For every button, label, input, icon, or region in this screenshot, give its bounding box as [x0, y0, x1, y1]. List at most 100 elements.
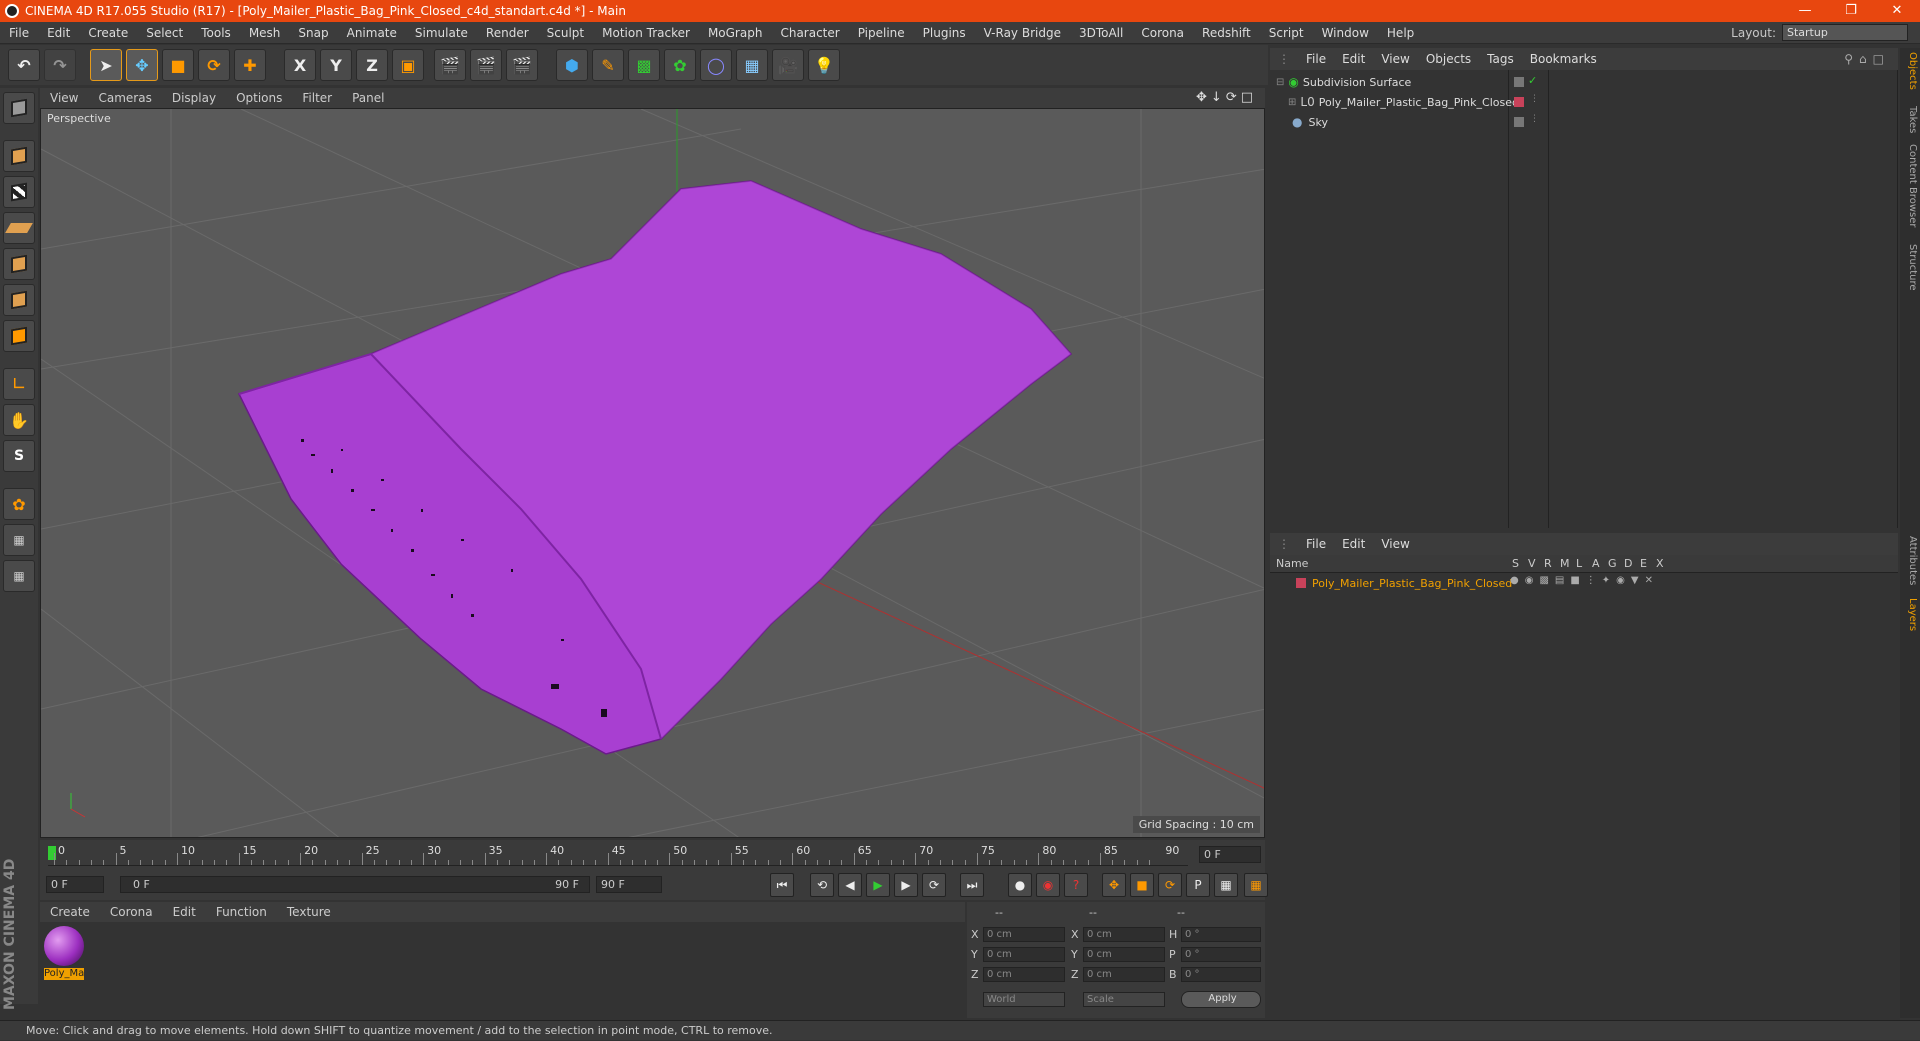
mograph-cloner-icon[interactable]: ✿ [664, 49, 696, 81]
menu-create[interactable]: Create [79, 26, 137, 40]
go-to-start-icon[interactable]: ⏮ [770, 873, 794, 897]
layer-col-solo[interactable]: S [1512, 557, 1519, 570]
coordinate-mode-dropdown[interactable]: World [983, 992, 1065, 1007]
keyframe-selection-icon[interactable]: ? [1064, 873, 1088, 897]
key-parameter-icon[interactable]: P [1186, 873, 1210, 897]
planar-workplane-icon[interactable]: ▦ [3, 560, 35, 592]
menu-mograph[interactable]: MoGraph [699, 26, 772, 40]
key-scale-icon[interactable]: ■ [1130, 873, 1154, 897]
redo-icon[interactable]: ↷ [44, 49, 76, 81]
coordinate-system-icon[interactable]: ▣ [392, 49, 424, 81]
texture-mode-icon[interactable] [3, 176, 35, 208]
camera-icon[interactable]: 🎥 [772, 49, 804, 81]
render-settings-icon[interactable]: 🎬 [506, 49, 538, 81]
layer-visibility-icon[interactable] [1514, 117, 1524, 127]
layer-col-name[interactable]: Name [1276, 557, 1308, 570]
rotate-tool-icon[interactable]: ⟳ [198, 49, 230, 81]
key-pla-icon[interactable]: ▦ [1214, 873, 1238, 897]
material-name-label[interactable]: Poly_Ma [44, 968, 84, 980]
workplane-mode-icon[interactable] [3, 212, 35, 244]
next-frame-icon[interactable]: ▶ [894, 873, 918, 897]
move-tool-icon[interactable]: ✥ [126, 49, 158, 81]
tree-expand-icon[interactable]: ⊞ [1288, 97, 1296, 108]
live-selection-icon[interactable]: ✚ [234, 49, 266, 81]
perspective-viewport[interactable]: Perspective Grid Spacing : 10 cm [40, 108, 1265, 838]
visibility-dots-icon[interactable]: ⋮ [1530, 94, 1539, 104]
rotation-p-field[interactable]: 0 ° [1181, 947, 1261, 962]
rotation-h-field[interactable]: 0 ° [1181, 927, 1261, 942]
go-to-end-icon[interactable]: ⏭ [960, 873, 984, 897]
material-menu-texture[interactable]: Texture [277, 905, 341, 919]
material-menu-create[interactable]: Create [40, 905, 100, 919]
viewport-menu-display[interactable]: Display [162, 91, 226, 105]
floor-icon[interactable]: ▦ [736, 49, 768, 81]
tweak-mode-icon[interactable]: ✋ [3, 404, 35, 436]
layer-color-swatch[interactable] [1296, 578, 1306, 588]
cube-primitive-icon[interactable]: ⬢ [556, 49, 588, 81]
layer-row[interactable]: Poly_Mailer_Plastic_Bag_Pink_Closed ●◉▩▤… [1270, 573, 1898, 593]
end-frame-field[interactable]: 90 F [596, 876, 662, 893]
play-forward-icon[interactable]: ▶ [866, 873, 890, 897]
menu-window[interactable]: Window [1313, 26, 1378, 40]
autokey-icon[interactable]: ◉ [1036, 873, 1060, 897]
tab-layers[interactable]: Layers [1902, 598, 1918, 631]
material-preview-ball[interactable] [44, 926, 84, 966]
spline-pen-icon[interactable]: ✎ [592, 49, 624, 81]
start-frame-field[interactable]: 0 F [46, 876, 104, 893]
layer-col-animation[interactable]: A [1592, 557, 1600, 570]
tab-attributes[interactable]: Attributes [1902, 536, 1918, 585]
visibility-dots-icon[interactable]: ⋮ [1530, 114, 1539, 124]
menu-edit[interactable]: Edit [38, 26, 79, 40]
layer-manager-grip-icon[interactable]: ⋮ [1270, 537, 1298, 551]
object-manager-grip-icon[interactable]: ⋮ [1270, 52, 1298, 66]
current-frame-field[interactable]: 0 F [1199, 846, 1261, 863]
viewport-menu-filter[interactable]: Filter [292, 91, 342, 105]
enabled-check-icon[interactable]: ✓ [1528, 74, 1537, 87]
object-manager-search-icon[interactable]: ⚲⌂□ [1844, 52, 1890, 66]
layer-col-expressions[interactable]: E [1640, 557, 1647, 570]
size-x-field[interactable]: 0 cm [1083, 927, 1165, 942]
layout-dropdown[interactable]: Startup [1782, 24, 1908, 41]
material-menu-edit[interactable]: Edit [163, 905, 206, 919]
rotation-b-field[interactable]: 0 ° [1181, 967, 1261, 982]
x-axis-lock-button[interactable]: X [284, 49, 316, 81]
position-x-field[interactable]: 0 cm [983, 927, 1065, 942]
layer-col-xref[interactable]: X [1656, 557, 1664, 570]
key-rotation-icon[interactable]: ⟳ [1158, 873, 1182, 897]
object-row-subdivision-surface[interactable]: ⊟ ◉ Subdivision Surface ✓ [1270, 72, 1898, 92]
menu-render[interactable]: Render [477, 26, 538, 40]
menu-corona[interactable]: Corona [1132, 26, 1193, 40]
next-key-icon[interactable]: ⟳ [922, 873, 946, 897]
material-menu-corona[interactable]: Corona [100, 905, 163, 919]
position-z-field[interactable]: 0 cm [983, 967, 1065, 982]
menu-tools[interactable]: Tools [192, 26, 240, 40]
menu-character[interactable]: Character [771, 26, 848, 40]
viewport-menu-panel[interactable]: Panel [342, 91, 394, 105]
scale-tool-icon[interactable]: ■ [162, 49, 194, 81]
layer-col-view[interactable]: V [1528, 557, 1536, 570]
z-axis-lock-button[interactable]: Z [356, 49, 388, 81]
object-menu-edit[interactable]: Edit [1334, 52, 1373, 66]
points-mode-icon[interactable] [3, 248, 35, 280]
layer-menu-file[interactable]: File [1298, 537, 1334, 551]
viewport-nav-icons[interactable]: ✥↓⟳□ [1196, 90, 1257, 105]
render-view-icon[interactable]: 🎬 [434, 49, 466, 81]
menu-mesh[interactable]: Mesh [240, 26, 290, 40]
timeline-window-icon[interactable]: ▦ [1244, 873, 1268, 897]
light-icon[interactable]: 💡 [808, 49, 840, 81]
menu-motion-tracker[interactable]: Motion Tracker [593, 26, 699, 40]
menu-3dtoall[interactable]: 3DToAll [1070, 26, 1132, 40]
timeline[interactable]: 0 5 10 15 20 25 30 35 40 45 50 55 60 65 70 75 80 85 90 0 F [40, 840, 1265, 870]
object-menu-objects[interactable]: Objects [1418, 52, 1479, 66]
layer-toggle-icons[interactable]: ●◉▩▤■⋮✦◉▼✕ [1510, 575, 1659, 586]
select-tool-icon[interactable]: ➤ [90, 49, 122, 81]
apply-button[interactable]: Apply [1181, 991, 1261, 1008]
tree-collapse-icon[interactable]: ⊟ [1276, 77, 1284, 88]
menu-select[interactable]: Select [137, 26, 192, 40]
tab-structure[interactable]: Structure [1902, 244, 1918, 291]
menu-pipeline[interactable]: Pipeline [849, 26, 914, 40]
timeline-ruler[interactable]: 0 5 10 15 20 25 30 35 40 45 50 55 60 65 70 75 80 85 90 [48, 844, 1188, 866]
material-menu-function[interactable]: Function [206, 905, 277, 919]
layer-menu-view[interactable]: View [1373, 537, 1417, 551]
polygons-mode-icon[interactable] [3, 320, 35, 352]
